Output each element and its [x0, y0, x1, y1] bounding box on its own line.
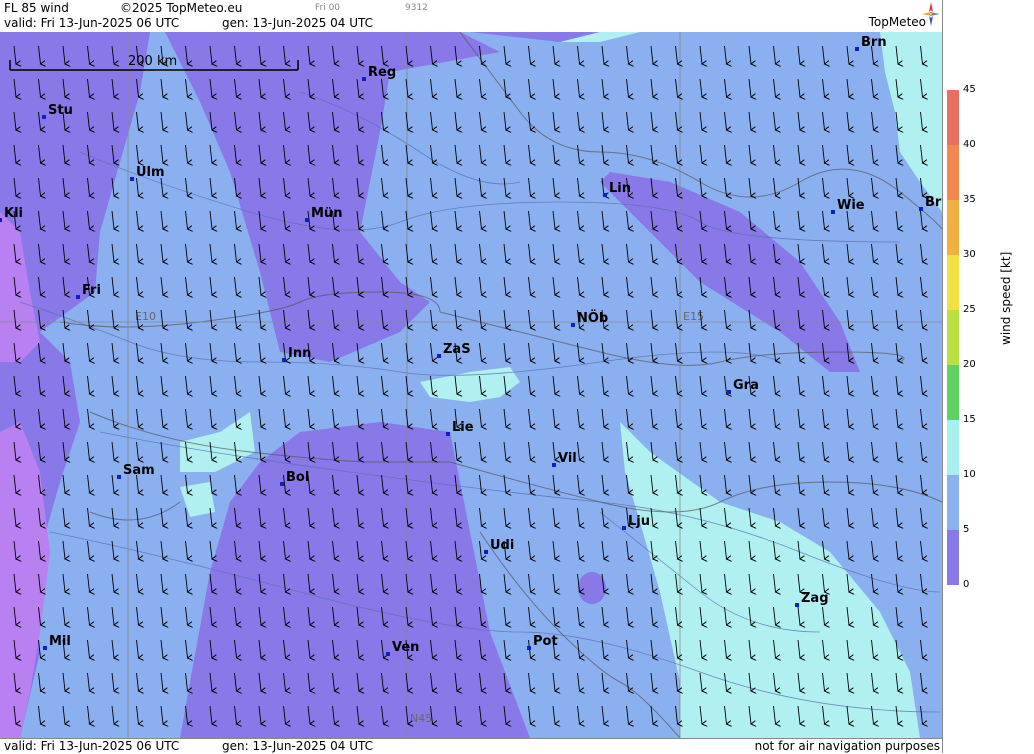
- legend-color-bar: [947, 365, 959, 420]
- city-label: Lie: [452, 420, 474, 435]
- city-marker: [622, 526, 626, 530]
- city-kli: Kli: [0, 206, 23, 222]
- city-label: Fri: [82, 283, 101, 298]
- city-marker: [603, 193, 607, 197]
- city-label: Br: [925, 195, 942, 210]
- city-marker: [552, 463, 556, 467]
- city-marker: [795, 603, 799, 607]
- grid-label-n45: N45: [410, 712, 432, 725]
- city-zag: Zag: [795, 591, 829, 607]
- legend-color-bar: [947, 200, 959, 255]
- city-ulm: Ulm: [130, 165, 165, 181]
- legend-color-bar: [947, 90, 959, 145]
- legend-tick: 5: [963, 524, 970, 535]
- city-label: Udi: [490, 538, 514, 553]
- legend-tick: 15: [963, 414, 976, 425]
- city-label: ZaS: [443, 342, 471, 357]
- city-marker: [362, 77, 366, 81]
- city-label: Mün: [311, 206, 342, 221]
- map-header: FL 85 wind ©2025 TopMeteo.eu Fri 00 9312…: [0, 0, 942, 32]
- footer-gen-time: gen: 13-Jun-2025 04 UTC: [222, 739, 374, 753]
- footer-valid-time: valid: Fri 13-Jun-2025 06 UTC: [4, 739, 180, 753]
- city-label: Ven: [392, 640, 419, 655]
- city-label: Vil: [558, 451, 577, 466]
- city-label: Bol: [286, 470, 309, 485]
- city-zas: ZaS: [437, 342, 471, 358]
- city-nöb: NÖb: [571, 310, 608, 327]
- legend-tick: 20: [963, 359, 976, 370]
- legend-tick: 40: [963, 139, 976, 150]
- city-label: Lju: [628, 514, 650, 529]
- legend-color-bar: [947, 310, 959, 365]
- city-label: NÖb: [577, 310, 608, 326]
- wind-speed-legend: 45 40 35 30 25 20 15 10 5 0 wind speed [kt]: [942, 0, 1034, 753]
- city-marker: [484, 550, 488, 554]
- city-marker: [437, 354, 441, 358]
- city-label: Brn: [861, 35, 887, 50]
- legend-tick: 0: [963, 579, 970, 590]
- valid-time: valid: Fri 13-Jun-2025 06 UTC: [4, 16, 180, 30]
- city-sam: Sam: [117, 463, 155, 479]
- copyright: ©2025 TopMeteo.eu: [120, 1, 243, 15]
- city-marker: [919, 207, 923, 211]
- legend-color-bar: [947, 145, 959, 200]
- city-marker: [571, 323, 575, 327]
- city-label: Kli: [4, 206, 23, 221]
- legend-tick: 35: [963, 194, 976, 205]
- legend-tick: 45: [963, 84, 976, 95]
- frame-label: Fri 00: [315, 3, 341, 13]
- city-marker: [0, 218, 2, 222]
- city-marker: [76, 295, 80, 299]
- legend-unit: wind speed [kt]: [999, 251, 1013, 345]
- city-marker: [727, 390, 731, 394]
- legend-tick: 30: [963, 249, 976, 260]
- gen-time: gen: 13-Jun-2025 04 UTC: [222, 16, 374, 30]
- city-wie: Wie: [831, 198, 865, 214]
- city-reg: Reg: [362, 65, 396, 81]
- city-mün: Mün: [305, 206, 342, 222]
- city-label: Reg: [368, 65, 396, 80]
- city-marker: [280, 482, 284, 486]
- product-title: FL 85 wind: [4, 1, 69, 15]
- footer-note: not for air navigation purposes: [754, 739, 940, 753]
- city-label: Wie: [837, 198, 865, 213]
- city-label: Pot: [533, 634, 558, 649]
- map-footer: valid: Fri 13-Jun-2025 06 UTC gen: 13-Ju…: [0, 738, 942, 754]
- legend-color-bar: [947, 420, 959, 475]
- city-marker: [43, 646, 47, 650]
- scale-bar-label: 200 km: [128, 54, 177, 69]
- city-marker: [282, 358, 286, 362]
- legend-color-bar: [947, 255, 959, 310]
- city-label: Sam: [123, 463, 155, 478]
- city-label: Ulm: [136, 165, 165, 180]
- city-marker: [305, 218, 309, 222]
- city-label: Zag: [801, 591, 829, 606]
- code-label: 9312: [405, 3, 428, 13]
- legend-tick: 10: [963, 469, 976, 480]
- city-marker: [386, 652, 390, 656]
- city-label: Stu: [48, 103, 73, 118]
- wind-map[interactable]: E10 E15 N45 200 km StuRegBrnUlmMünLinWie…: [0, 32, 942, 738]
- city-label: Mil: [49, 634, 71, 649]
- city-label: Lin: [609, 181, 631, 196]
- city-marker: [855, 47, 859, 51]
- city-marker: [42, 115, 46, 119]
- topmeteo-logo-text: TopMeteo: [868, 15, 926, 29]
- city-marker: [527, 646, 531, 650]
- city-marker: [117, 475, 121, 479]
- topmeteo-logo-icon: [922, 2, 940, 26]
- city-label: Gra: [733, 378, 759, 393]
- city-marker: [446, 432, 450, 436]
- legend-color-bar: [947, 530, 959, 585]
- legend-tick: 25: [963, 304, 976, 315]
- city-label: Inn: [288, 346, 311, 361]
- legend-color-bar: [947, 475, 959, 530]
- city-marker: [130, 177, 134, 181]
- city-marker: [831, 210, 835, 214]
